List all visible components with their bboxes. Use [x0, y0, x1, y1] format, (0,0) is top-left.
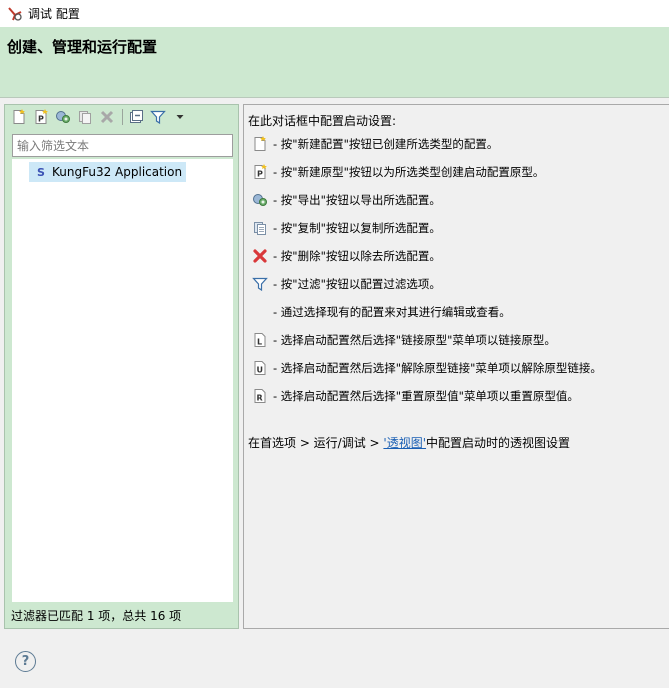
- svg-text:P: P: [38, 115, 44, 124]
- filter-input[interactable]: [12, 134, 233, 157]
- help-button[interactable]: ?: [15, 651, 36, 672]
- help-row-reset-prototype: R - 选择启动配置然后选择"重置原型值"菜单项以重置原型值。: [251, 386, 579, 406]
- intro-text: 在此对话框中配置启动设置:: [248, 114, 397, 128]
- application-type-icon: S: [37, 165, 45, 179]
- title-bar: 调试 配置: [0, 0, 669, 27]
- filter-icon: [251, 275, 269, 293]
- new-config-icon: [251, 135, 269, 153]
- help-row-text: - 按"新建原型"按钮以为所选类型创建启动配置原型。: [273, 165, 545, 179]
- delete-icon: [251, 247, 269, 265]
- dropdown-arrow-icon[interactable]: [171, 108, 189, 126]
- toolbar: P: [5, 105, 238, 129]
- duplicate-icon: [251, 219, 269, 237]
- help-row-text: - 按"删除"按钮以除去所选配置。: [273, 249, 441, 263]
- help-row-text: - 按"过滤"按钮以配置过滤选项。: [273, 277, 441, 291]
- preference-note: 在首选项 > 运行/调试 > '透视图'中配置启动时的透视图设置: [248, 434, 570, 451]
- help-row-duplicate: - 按"复制"按钮以复制所选配置。: [251, 218, 441, 238]
- help-row-edit: - 通过选择现有的配置来对其进行编辑或查看。: [251, 302, 511, 322]
- tree-item-label: KungFu32 Application: [52, 165, 183, 179]
- svg-text:L: L: [257, 338, 262, 347]
- blank-icon: [251, 303, 269, 321]
- help-row-text: - 通过选择现有的配置来对其进行编辑或查看。: [273, 305, 511, 319]
- config-tree[interactable]: S KungFu32 Application: [12, 159, 233, 602]
- help-row-text: - 选择启动配置然后选择"重置原型值"菜单项以重置原型值。: [273, 389, 579, 403]
- help-row-text: - 选择启动配置然后选择"解除原型链接"菜单项以解除原型链接。: [273, 361, 602, 375]
- help-icon: ?: [21, 654, 30, 669]
- delete-icon[interactable]: [98, 108, 116, 126]
- toolbar-separator: [122, 109, 123, 125]
- preference-prefix: 在首选项 > 运行/调试 >: [248, 436, 384, 450]
- dialog-header: 创建、管理和运行配置: [0, 27, 669, 98]
- help-row-text: - 按"复制"按钮以复制所选配置。: [273, 221, 441, 235]
- help-row-new-prototype: P - 按"新建原型"按钮以为所选类型创建启动配置原型。: [251, 162, 544, 182]
- export-icon: [251, 191, 269, 209]
- window-title: 调试 配置: [28, 7, 80, 21]
- reset-prototype-icon: R: [251, 387, 269, 405]
- preference-suffix: 中配置启动时的透视图设置: [426, 436, 571, 450]
- help-row-text: - 按"导出"按钮以导出所选配置。: [273, 193, 441, 207]
- svg-text:R: R: [257, 394, 263, 403]
- config-list-panel: P S KungFu32 Application 过滤器已匹配 1 项，总共 1…: [4, 104, 239, 629]
- unlink-prototype-icon: U: [251, 359, 269, 377]
- duplicate-icon[interactable]: [76, 108, 94, 126]
- help-row-text: - 按"新建配置"按钮已创建所选类型的配置。: [273, 137, 499, 151]
- help-row-filter: - 按"过滤"按钮以配置过滤选项。: [251, 274, 441, 294]
- help-row-text: - 选择启动配置然后选择"链接原型"菜单项以链接原型。: [273, 333, 556, 347]
- page-title: 创建、管理和运行配置: [7, 38, 158, 56]
- help-row-delete: - 按"删除"按钮以除去所选配置。: [251, 246, 441, 266]
- info-panel: 在此对话框中配置启动设置: - 按"新建配置"按钮已创建所选类型的配置。 P -…: [243, 104, 669, 629]
- tree-item-kungfu32-application[interactable]: S KungFu32 Application: [29, 162, 187, 182]
- perspectives-link[interactable]: '透视图': [383, 436, 426, 450]
- new-config-icon[interactable]: [10, 108, 28, 126]
- help-row-export: - 按"导出"按钮以导出所选配置。: [251, 190, 441, 210]
- svg-text:U: U: [257, 366, 264, 375]
- new-prototype-icon[interactable]: P: [32, 108, 50, 126]
- collapse-all-icon[interactable]: [127, 108, 145, 126]
- link-prototype-icon: L: [251, 331, 269, 349]
- help-row-new-config: - 按"新建配置"按钮已创建所选类型的配置。: [251, 134, 498, 154]
- export-icon[interactable]: [54, 108, 72, 126]
- filter-status: 过滤器已匹配 1 项，总共 16 项: [11, 609, 182, 623]
- help-row-link-prototype: L - 选择启动配置然后选择"链接原型"菜单项以链接原型。: [251, 330, 556, 350]
- filter-icon[interactable]: [149, 108, 167, 126]
- debug-app-icon: [8, 6, 22, 21]
- svg-text:P: P: [257, 170, 263, 179]
- help-row-unlink-prototype: U - 选择启动配置然后选择"解除原型链接"菜单项以解除原型链接。: [251, 358, 602, 378]
- new-prototype-icon: P: [251, 163, 269, 181]
